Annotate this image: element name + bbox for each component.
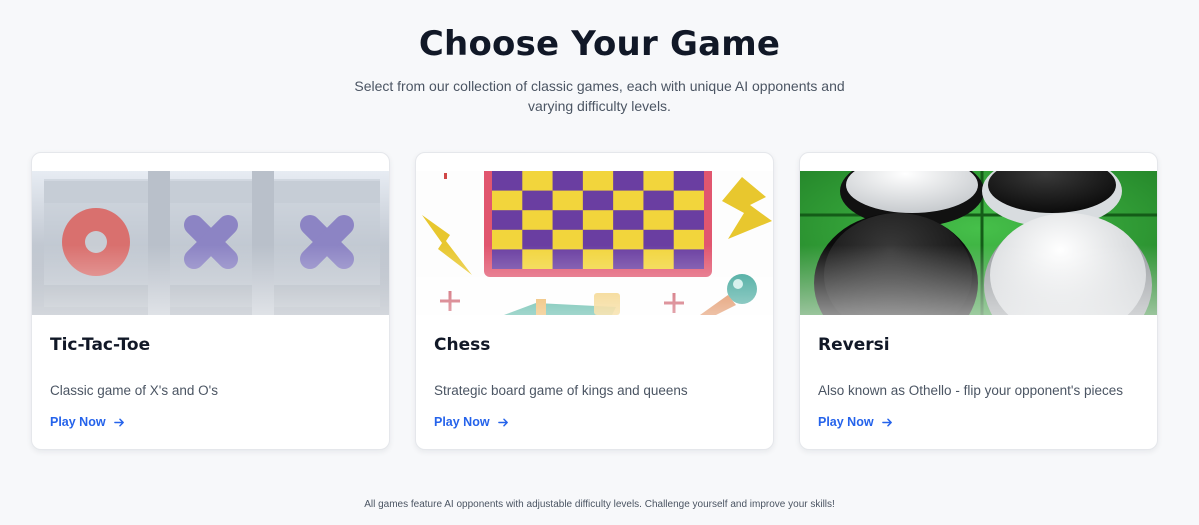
game-title: Reversi <box>818 335 890 355</box>
footer-note: All games feature AI opponents with adju… <box>364 499 835 510</box>
game-title: Tic-Tac-Toe <box>50 335 151 355</box>
play-now-label: Play Now <box>818 415 874 429</box>
chessboard-icon[interactable] <box>416 171 773 315</box>
game-card-tic-tac-toe[interactable]: Tic-Tac-Toe Classic game of X's and O's … <box>31 152 390 450</box>
play-now-label: Play Now <box>434 415 490 429</box>
game-description: Strategic board game of kings and queens <box>434 383 688 398</box>
game-card-reversi[interactable]: Reversi Also known as Othello - flip you… <box>799 152 1158 450</box>
reversi-discs-icon[interactable] <box>800 171 1157 315</box>
play-now-label: Play Now <box>50 415 106 429</box>
page-title: Choose Your Game <box>418 24 781 64</box>
page-subtitle: Select from our collection of classic ga… <box>354 78 845 114</box>
game-description: Classic game of X's and O's <box>50 383 218 398</box>
arrow-right-icon <box>113 417 125 428</box>
game-selection-page: Choose Your Game Select from our collect… <box>0 0 1199 525</box>
arrow-right-icon <box>881 417 893 428</box>
game-description: Also known as Othello - flip your oppone… <box>818 383 1123 398</box>
play-now-link[interactable]: Play Now <box>434 415 509 429</box>
game-card-list: Tic-Tac-Toe Classic game of X's and O's … <box>31 152 1159 450</box>
tic-tac-toe-board-icon[interactable] <box>32 171 389 315</box>
arrow-right-icon <box>497 417 509 428</box>
game-card-chess[interactable]: Chess Strategic board game of kings and … <box>415 152 774 450</box>
play-now-link[interactable]: Play Now <box>818 415 893 429</box>
game-title: Chess <box>434 335 491 355</box>
play-now-link[interactable]: Play Now <box>50 415 125 429</box>
